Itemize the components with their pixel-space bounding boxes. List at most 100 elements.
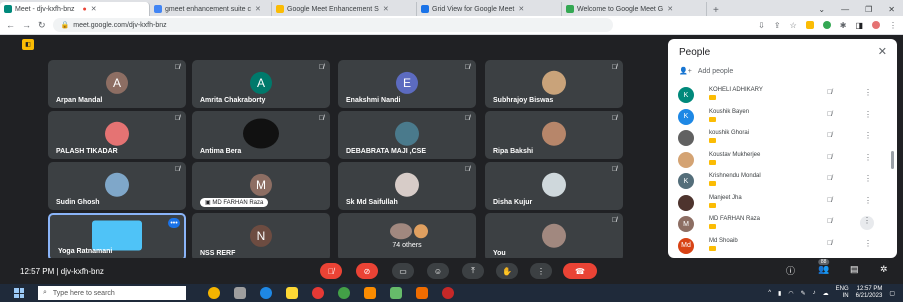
more-vert-icon[interactable]: ⋮ [864, 110, 872, 119]
list-item[interactable]: Manjeet Jha 🎙̸ ⋮ [668, 192, 897, 214]
file-explorer-icon[interactable] [286, 287, 298, 299]
cortana-icon[interactable] [208, 287, 220, 299]
participant-tile[interactable]: 🎙̸ Subhrajoy Biswas [485, 60, 623, 108]
more-vert-icon[interactable]: ⋮ [860, 216, 874, 230]
battery-icon[interactable]: ▮ [778, 290, 781, 297]
browser-tab-enhancement[interactable]: Google Meet Enhancement S ✕ [272, 2, 417, 16]
onedrive-icon[interactable]: ☁ [823, 290, 829, 297]
browser-tab-welcome[interactable]: Welcome to Google Meet G ✕ [562, 2, 707, 16]
present-button[interactable]: ⤒ [462, 263, 484, 279]
close-tab-icon[interactable]: ✕ [91, 5, 97, 13]
participant-tile[interactable]: 🎙̸ Disha Kujur [485, 162, 623, 210]
participant-tile[interactable]: M ▣ MD FARHAN Raza [192, 162, 330, 210]
more-vert-icon[interactable]: ⋮ [864, 153, 872, 162]
meet-app-icon[interactable] [390, 287, 402, 299]
add-people-button[interactable]: 👤+ Add people [679, 67, 733, 76]
self-tile[interactable]: 🎙̸ You [485, 213, 623, 261]
close-tab-icon[interactable]: ✕ [383, 5, 389, 13]
list-item[interactable]: K Koushik Bayen 🎙̸ ⋮ [668, 106, 897, 128]
maximize-icon[interactable]: ❐ [865, 5, 872, 14]
task-view-icon[interactable] [234, 287, 246, 299]
participant-tile[interactable]: 🎙̸ Antima Bera [192, 111, 330, 159]
notification-icon[interactable]: ▢ [889, 290, 895, 297]
vlc-icon[interactable] [364, 287, 376, 299]
windows-start-icon[interactable] [14, 288, 24, 298]
more-vert-icon[interactable]: ⋮ [864, 174, 872, 183]
browser-tab-meet[interactable]: Meet - djv-kxfh-bnz ● ✕ [0, 2, 150, 16]
raise-hand-button[interactable]: ✋ [496, 263, 518, 279]
camera-toggle-button[interactable]: ⊘ [356, 263, 378, 279]
participant-tile[interactable]: 🎙̸ PALASH TIKADAR [48, 111, 186, 159]
chrome-profile-icon[interactable] [338, 287, 350, 299]
list-item[interactable]: Koustav Mukherjee 🎙̸ ⋮ [668, 149, 897, 171]
profile-photo [395, 121, 419, 146]
participant-tile[interactable]: A 🎙̸ Amrita Chakraborty [192, 60, 330, 108]
participant-tile-pinned[interactable]: ••• Yoga Ratnamani [48, 213, 186, 261]
app-orange-icon[interactable] [416, 287, 428, 299]
taskbar-search-input[interactable]: ⌕ Type here to search [38, 286, 186, 300]
browser-tab-strip: Meet - djv-kxfh-bnz ● ✕ gmeet enhancemen… [0, 0, 903, 16]
close-panel-icon[interactable]: ✕ [878, 45, 887, 58]
captions-button[interactable]: ▭ [392, 263, 414, 279]
install-icon[interactable]: ⇩ [758, 21, 765, 30]
participant-tile[interactable]: 🎙̸ Sk Md Saifullah [338, 162, 476, 210]
reactions-button[interactable]: ☺ [427, 263, 449, 279]
edge-icon[interactable] [260, 287, 272, 299]
meeting-info-icon[interactable]: ⓘ [786, 264, 795, 277]
panel-scrollbar[interactable] [891, 151, 894, 169]
more-vert-icon[interactable]: ⋮ [864, 131, 872, 140]
browser-tab-gmeet[interactable]: gmeet enhancement suite c ✕ [150, 2, 272, 16]
app-red-icon[interactable] [442, 287, 454, 299]
browser-menu-icon[interactable]: ⋮ [889, 21, 897, 30]
url-input[interactable]: 🔒 meet.google.com/djv-kxfh-bnz [52, 18, 613, 32]
participant-tile[interactable]: 🎙̸ Sudin Ghosh [48, 162, 186, 210]
list-item[interactable]: koushik Ghorai 🎙̸ ⋮ [668, 127, 897, 149]
close-window-icon[interactable]: ✕ [888, 5, 895, 14]
others-tile[interactable]: 74 others [338, 213, 476, 261]
list-item[interactable]: M MD FARHAN Raza 🎙̸ ⋮ [668, 213, 897, 235]
more-vert-icon[interactable]: ⋮ [864, 239, 872, 248]
people-button[interactable]: 88 👥 [817, 259, 830, 275]
more-vert-icon[interactable]: ⋮ [864, 196, 872, 205]
browser-tab-grid-view[interactable]: Grid View for Google Meet ✕ [417, 2, 562, 16]
close-tab-icon[interactable]: ✕ [255, 5, 261, 13]
participant-tile[interactable]: 🎙̸ Ripa Bakshi [485, 111, 623, 159]
volume-icon[interactable]: ♪ [813, 290, 816, 296]
show-hidden-icon[interactable]: ^ [768, 290, 771, 296]
minimize-icon[interactable]: — [841, 5, 849, 14]
list-item[interactable]: K KOHELI ADHIKARY 🎙̸ ⋮ [668, 84, 897, 106]
extensions-puzzle-icon[interactable]: ✱ [840, 21, 847, 30]
extension-meet-icon[interactable] [822, 21, 831, 29]
close-tab-icon[interactable]: ✕ [667, 5, 673, 13]
language-indicator[interactable]: ENG IN [836, 286, 849, 300]
sidepanel-icon[interactable]: ◨ [855, 21, 863, 30]
activities-icon[interactable]: ◧ [22, 39, 34, 50]
more-vert-icon[interactable]: ⋮ [864, 88, 872, 97]
profile-avatar[interactable] [872, 21, 880, 29]
pen-icon[interactable]: ✎ [801, 290, 806, 297]
new-tab-button[interactable]: + [707, 5, 725, 16]
back-icon[interactable]: ← [6, 20, 15, 30]
close-tab-icon[interactable]: ✕ [518, 5, 524, 13]
more-options-button[interactable]: ⋮ [530, 263, 552, 279]
activities-panel-icon[interactable]: ✲ [880, 264, 888, 275]
forward-icon[interactable]: → [22, 20, 31, 30]
participant-tile[interactable]: N NSS RERF [192, 213, 330, 261]
bookmark-star-icon[interactable]: ☆ [790, 21, 797, 30]
wifi-icon[interactable]: ◠ [788, 290, 793, 297]
chat-icon[interactable]: ▤ [850, 264, 859, 275]
participant-tile[interactable]: 🎙̸ DEBABRATA MAJI ,CSE [338, 111, 476, 159]
participant-tile[interactable]: A 🎙̸ Arpan Mandal [48, 60, 186, 108]
share-icon[interactable]: ⇪ [774, 21, 781, 30]
extension-yellow-icon[interactable] [805, 21, 814, 29]
list-item[interactable]: Md Md Shoaib 🎙̸ ⋮ [668, 235, 897, 257]
leave-call-button[interactable]: ☎ [563, 263, 597, 279]
mic-toggle-button[interactable]: 🎙̸ [320, 263, 342, 279]
clock[interactable]: 12:57 PM 6/21/2023 [856, 286, 883, 300]
more-options-button[interactable]: ••• [168, 218, 180, 228]
tab-search-icon[interactable]: ⌄ [818, 5, 825, 14]
chrome-icon[interactable] [312, 287, 324, 299]
reload-icon[interactable]: ↻ [38, 20, 46, 31]
list-item[interactable]: K Krishnendu Mondal 🎙̸ ⋮ [668, 170, 897, 192]
participant-tile[interactable]: E 🎙̸ Enakshmi Nandi [338, 60, 476, 108]
